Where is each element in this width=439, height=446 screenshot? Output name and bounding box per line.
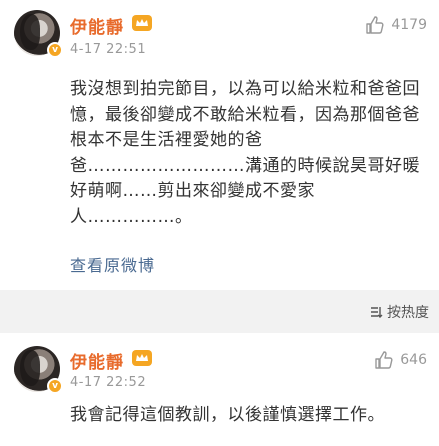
verified-badge-icon: v bbox=[47, 42, 63, 58]
comment-username[interactable]: 伊能靜 bbox=[70, 348, 124, 373]
thumbs-up-icon bbox=[366, 16, 384, 34]
post-timestamp: 4-17 22:51 bbox=[70, 42, 147, 57]
sort-icon bbox=[371, 307, 383, 318]
weibo-post-card: v 伊能靜 4-17 22:51 4179 我沒想到拍完節目，以為可以給米粒和爸… bbox=[0, 0, 439, 290]
comments-sort-bar: 按热度 bbox=[0, 290, 439, 333]
crown-icon bbox=[132, 15, 152, 31]
post-text: 我沒想到拍完節目，以為可以給米粒和爸爸回憶，最後卻變成不敢給米粒看，因為那個爸爸… bbox=[70, 79, 420, 227]
post-like-button[interactable]: 4179 bbox=[365, 15, 427, 35]
verified-badge-icon: v bbox=[47, 378, 63, 394]
view-original-link[interactable]: 查看原微博 bbox=[70, 252, 155, 276]
post-username[interactable]: 伊能靜 bbox=[70, 13, 124, 38]
sort-by-hot-button[interactable]: 按热度 bbox=[369, 302, 429, 322]
post-like-count: 4179 bbox=[391, 17, 427, 33]
comment-card: v 伊能靜 4-17 22:52 646 我會記得這個教訓，以後謹慎選擇工作。 bbox=[0, 333, 439, 446]
comment-like-count: 646 bbox=[400, 352, 427, 368]
sort-label: 按热度 bbox=[387, 305, 429, 321]
comment-timestamp: 4-17 22:52 bbox=[70, 375, 147, 390]
comment-text: 我會記得這個教訓，以後謹慎選擇工作。 bbox=[70, 405, 385, 425]
comment-like-button[interactable]: 646 bbox=[374, 350, 427, 370]
crown-icon bbox=[132, 350, 152, 366]
thumbs-up-icon bbox=[375, 351, 393, 369]
